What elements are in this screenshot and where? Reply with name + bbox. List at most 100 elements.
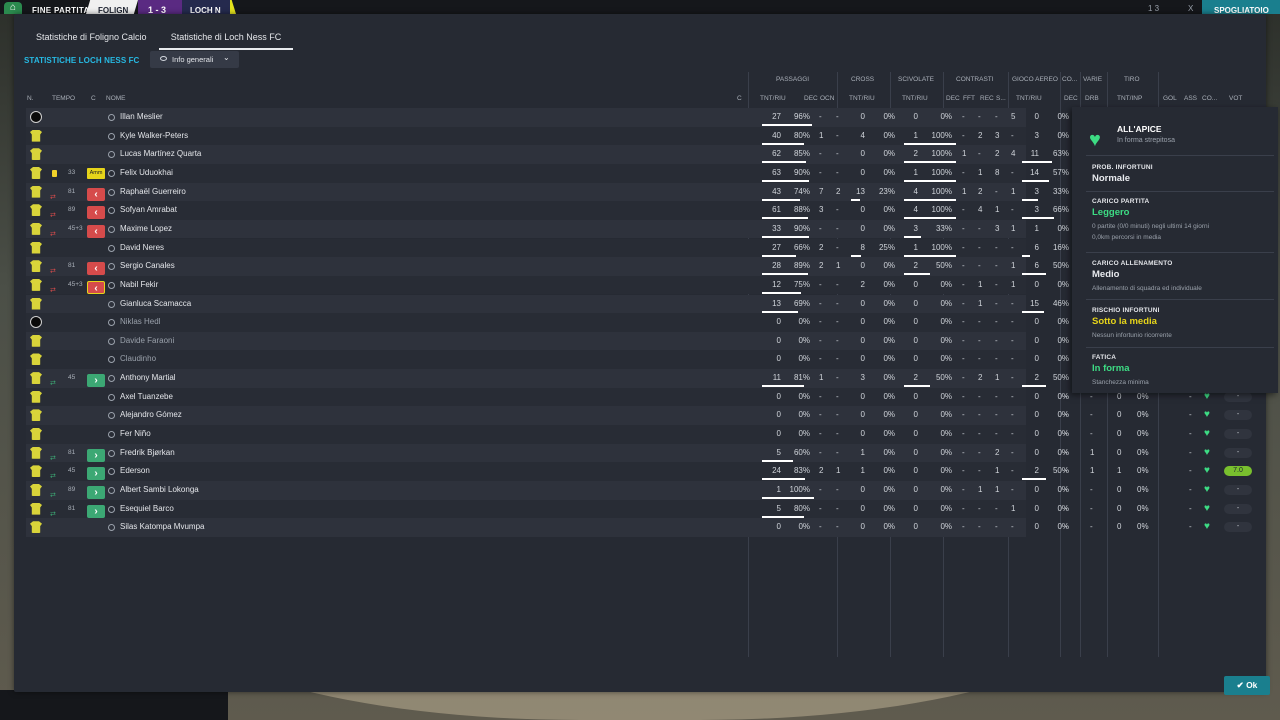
table-row[interactable]: Kyle Walker-Peters 40 80% 1-4 0% 1 100% -2 3-3 0% [26,126,1069,146]
player-profile-icon[interactable] [108,412,115,420]
col-pass-dec[interactable]: DEC [804,95,818,102]
table-row[interactable]: Davide Faraoni 0 0% - -0 0% 0 0% - - - -0 0% [26,331,1069,351]
col-pass-tnt[interactable]: TNT/RIU [760,95,786,102]
table-row[interactable]: ⇄ 81 ‹ Sergio Canales 28 89% 2 1 0 0% 2 50% - - -1 6 50% [26,257,1069,276]
player-profile-icon[interactable] [108,132,115,140]
player-profile-icon[interactable] [108,263,115,271]
player-profile-icon[interactable] [108,487,115,494]
player-profile-icon[interactable] [108,300,115,308]
col-drb[interactable]: DRB [1085,95,1099,102]
table-row[interactable]: ⇄ 45 › Ederson 24 83% 2 1 1 0% 0 0% - -1-2 50% [26,462,1069,481]
fitness-heart-icon[interactable]: ♥ [1204,484,1210,495]
player-name[interactable]: David Neres [120,239,164,258]
col-ass[interactable]: ASS [1184,95,1197,102]
player-name[interactable]: Kyle Walker-Peters [120,127,188,146]
table-row[interactable]: ⇄ 81 › Esequiel Barco 5 80% - -0 0% 0 0% - - -1 0 0% [26,499,1069,519]
player-name[interactable]: Gianluca Scamacca [120,295,191,314]
player-name[interactable]: Fer Niño [120,425,151,444]
player-name[interactable]: Maxime Lopez [120,220,172,239]
table-row[interactable]: ⇄ 81 ‹ Raphaël Guerreiro 43 74% 7 2 13 23% 4 100% 1 2… [26,182,1069,202]
col-tiro-tnt[interactable]: TNT/INP [1117,95,1142,102]
player-profile-icon[interactable] [108,356,115,364]
player-name[interactable]: Illan Meslier [120,108,163,127]
player-profile-icon[interactable] [108,393,115,401]
table-row[interactable]: 33 Amm Felix Uduokhai 63 90% - -0 0% 1 100% -1 8-14… [26,163,1069,183]
col-co-dec[interactable]: DEC [1064,95,1078,102]
ok-button[interactable]: ✔ Ok [1224,676,1270,695]
table-row[interactable]: Gianluca Scamacca 13 69% - -0 0% 0 0% -1- -15 46% [26,294,1069,314]
col-c2[interactable]: C [737,95,742,102]
col-c[interactable]: C [91,95,96,102]
close-x-icon[interactable]: X [1188,4,1193,13]
player-profile-icon[interactable] [108,337,115,345]
col-gol[interactable]: GOL [1163,95,1177,102]
col-sciv-tnt[interactable]: TNT/RIU [902,95,928,102]
fitness-heart-icon[interactable]: ♥ [1204,465,1210,476]
table-row[interactable]: Fer Niño 0 0% - -0 0% 0 0% - - - -0 0% [26,425,1069,444]
col-n[interactable]: N. [27,95,34,102]
fitness-heart-icon[interactable]: ♥ [1204,521,1210,532]
col-co2[interactable]: CO... [1202,95,1217,102]
player-profile-icon[interactable] [108,524,115,532]
player-profile-icon[interactable] [108,151,115,159]
player-name[interactable]: Sergio Canales [120,257,175,276]
col-con-s[interactable]: S... [996,95,1006,102]
table-row[interactable]: Niklas Hedl 0 0% - -0 0% 0 0% - - - -0 0% [26,313,1069,332]
table-row[interactable]: Lucas Martínez Quarta 62 85% - -0 0% 2 100% 1-2 4… [26,145,1069,164]
table-row[interactable]: David Neres 27 66% 2-8 25% 1 100% - - - -6 16% [26,238,1069,258]
player-profile-icon[interactable] [108,319,115,327]
player-profile-icon[interactable] [108,169,115,177]
player-name[interactable]: Esequiel Barco [120,500,174,519]
fitness-heart-icon[interactable]: ♥ [1204,409,1210,420]
table-row[interactable]: ⇄ 45 › Anthony Martial 11 81% 1-3 0% 2 50% -2 1-2 50… [26,369,1069,388]
player-name[interactable]: Raphaël Guerreiro [120,183,186,202]
player-name[interactable]: Ederson [120,462,150,481]
player-profile-icon[interactable] [108,375,115,383]
player-name[interactable]: Fredrik Bjørkan [120,444,175,463]
player-name[interactable]: Lucas Martínez Quarta [120,145,201,164]
player-name[interactable]: Axel Tuanzebe [120,388,173,407]
col-cross-tnt[interactable]: TNT/RIU [849,95,875,102]
player-profile-icon[interactable] [108,114,115,121]
col-con-dec[interactable]: DEC [946,95,960,102]
col-vot[interactable]: VOT [1229,95,1242,102]
player-profile-icon[interactable] [108,225,115,233]
table-row[interactable]: Silas Katompa Mvumpa 0 0% - -0 0% 0 0% - - - -0 0% [26,518,1069,537]
player-name[interactable]: Claudinho [120,350,156,369]
table-row[interactable]: ⇄ 81 › Fredrik Bjørkan 5 60% - -1 0% 0 0% - -2-0 0% [26,443,1069,463]
player-profile-icon[interactable] [108,188,115,196]
table-row[interactable]: Claudinho 0 0% - -0 0% 0 0% - - - -0 0% [26,350,1069,370]
table-row[interactable]: ⇄ 45+3 ‹ Nabil Fekir 12 75% - -2 0% 0 0% -1-1 0 0% [26,275,1069,295]
player-name[interactable]: Felix Uduokhai [120,164,173,183]
fitness-heart-icon[interactable]: ♥ [1204,503,1210,514]
fitness-heart-icon[interactable]: ♥ [1204,428,1210,439]
player-name[interactable]: Sofyan Amrabat [120,201,177,220]
col-tempo[interactable]: TEMPO [52,95,75,102]
player-profile-icon[interactable] [108,244,115,252]
view-dropdown[interactable]: Info generali ⌄ [150,51,239,68]
table-row[interactable]: ⇄ 45+3 ‹ Maxime Lopez 33 90% - -0 0% 3 33% - -3 1 1 0% [26,219,1069,239]
table-row[interactable]: Illan Meslier 27 96% - -0 0% 0 0% - - -5 0 0% [26,108,1069,127]
table-row[interactable]: ⇄ 89 › Albert Sambi Lokonga 1 100% - -0 0% 0 0% -1 1… [26,481,1069,500]
table-row[interactable]: Axel Tuanzebe 0 0% - -0 0% 0 0% - - - -0 0% [26,387,1069,407]
col-con-rec[interactable]: REC [980,95,994,102]
table-row[interactable]: Alejandro Gómez 0 0% - -0 0% 0 0% - - - -0 0% [26,406,1069,425]
player-profile-icon[interactable] [108,281,115,289]
table-row[interactable]: ⇄ 89 ‹ Sofyan Amrabat 61 88% 3-0 0% 4 100% -4 1-3 66… [26,201,1069,220]
player-profile-icon[interactable] [108,468,115,476]
player-name[interactable]: Nabil Fekir [120,276,158,295]
player-name[interactable]: Silas Katompa Mvumpa [120,518,204,537]
col-aer-tnt[interactable]: TNT/RIU [1016,95,1042,102]
player-name[interactable]: Anthony Martial [120,369,176,388]
player-profile-icon[interactable] [108,431,115,439]
fitness-heart-icon[interactable]: ♥ [1204,447,1210,458]
col-pass-ocn[interactable]: OCN [820,95,834,102]
player-name[interactable]: Alejandro Gómez [120,406,182,425]
dressing-room-button[interactable]: SPOGLIATOIO [1202,0,1280,14]
player-profile-icon[interactable] [108,505,115,513]
player-name[interactable]: Davide Faraoni [120,332,174,351]
player-name[interactable]: Albert Sambi Lokonga [120,481,199,500]
col-nome[interactable]: NOME [106,95,126,102]
player-profile-icon[interactable] [108,207,115,215]
col-con-fft[interactable]: FFT [963,95,975,102]
